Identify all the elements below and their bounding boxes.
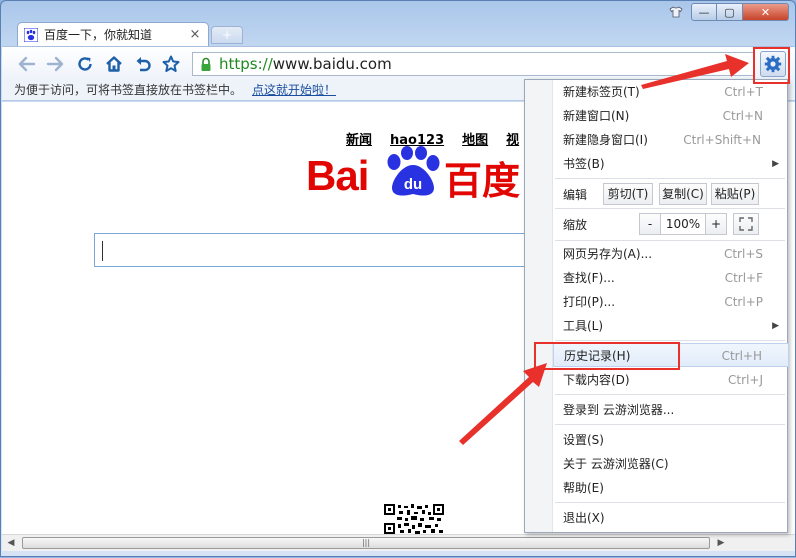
baidu-paw-logo-icon: du	[387, 146, 440, 196]
bookmark-bar-hint: 为便于访问，可将书签直接放在书签栏中。	[14, 83, 243, 97]
menu-separator	[555, 208, 785, 209]
menu-separator	[555, 424, 785, 425]
minimize-button[interactable]: —	[691, 3, 717, 21]
fullscreen-icon	[739, 217, 753, 231]
menu-item-find[interactable]: 查找(F)... Ctrl+F	[553, 266, 789, 290]
new-tab-button[interactable]: +	[211, 26, 243, 44]
baidu-paw-icon	[24, 27, 38, 42]
zoom-in-button[interactable]: +	[705, 213, 727, 235]
menu-item-new-incognito[interactable]: 新建隐身窗口(I) Ctrl+Shift+N	[553, 128, 789, 152]
menu-item-sign-in[interactable]: 登录到 云游浏览器...	[553, 398, 789, 422]
tab-close-icon[interactable]: ×	[188, 27, 202, 42]
bookmark-star-icon[interactable]	[160, 53, 182, 75]
annotation-box-history	[534, 342, 680, 370]
maximize-button[interactable]: ▢	[717, 3, 743, 21]
home-icon[interactable]	[103, 53, 125, 75]
menu-item-bookmarks[interactable]: 书签(B) ▶	[553, 152, 789, 176]
menu-separator	[555, 240, 785, 241]
menu-separator	[555, 340, 785, 341]
back-arrow-icon[interactable]	[16, 53, 38, 75]
navigation-toolbar: https://www.baidu.com	[2, 46, 795, 80]
menu-item-help[interactable]: 帮助(E)	[553, 476, 789, 500]
scrollbar-thumb[interactable]: |||	[22, 537, 710, 549]
search-input[interactable]	[94, 233, 534, 267]
qr-code-image	[384, 504, 444, 534]
skin-shirt-icon[interactable]	[665, 3, 687, 21]
horizontal-scrollbar[interactable]: ◀ ||| ▶	[2, 534, 795, 551]
lock-icon	[201, 57, 211, 71]
forward-arrow-icon[interactable]	[44, 53, 66, 75]
settings-menu: 新建标签页(T) Ctrl+T 新建窗口(N) Ctrl+N 新建隐身窗口(I) Ct…	[524, 79, 789, 533]
logo-paw-text: du	[404, 176, 422, 193]
menu-item-save-page[interactable]: 网页另存为(A)... Ctrl+S	[553, 242, 789, 266]
address-bar[interactable]: https://www.baidu.com	[192, 52, 754, 76]
submenu-arrow-icon: ▶	[772, 159, 779, 169]
address-url: https://www.baidu.com	[219, 55, 392, 73]
bookmark-bar-start-link[interactable]: 点这就开始啦！	[252, 83, 336, 97]
edit-label: 编辑	[563, 188, 588, 202]
scroll-right-icon[interactable]: ▶	[714, 537, 728, 550]
scroll-left-icon[interactable]: ◀	[4, 537, 18, 550]
menu-separator	[555, 178, 785, 179]
menu-separator	[555, 394, 785, 395]
menu-item-exit[interactable]: 退出(X)	[553, 506, 789, 530]
menu-edit-row: 编辑 剪切(T) 复制(C) 粘贴(P)	[553, 181, 789, 207]
menu-separator	[555, 502, 785, 503]
zoom-out-button[interactable]: -	[639, 213, 661, 235]
zoom-level: 100%	[661, 213, 705, 235]
copy-button[interactable]: 复制(C)	[659, 183, 707, 205]
close-window-button[interactable]: ✕	[743, 3, 789, 21]
menu-gutter	[525, 80, 553, 532]
menu-item-new-window[interactable]: 新建窗口(N) Ctrl+N	[553, 104, 789, 128]
fullscreen-button[interactable]	[733, 213, 759, 235]
menu-item-downloads[interactable]: 下载内容(D) Ctrl+J	[553, 368, 789, 392]
browser-window: — ▢ ✕ 百度一下，你就知道 × + https://www.baidu.co…	[0, 0, 796, 557]
baidu-logo: Bai du 百度	[306, 146, 536, 203]
logo-latin-text: Bai	[306, 152, 369, 199]
zoom-label: 缩放	[563, 218, 588, 232]
submenu-arrow-icon: ▶	[772, 321, 779, 331]
menu-item-tools[interactable]: 工具(L) ▶	[553, 314, 789, 338]
annotation-box-gear	[753, 47, 790, 84]
undo-close-tab-icon[interactable]	[132, 53, 154, 75]
logo-cn-text: 百度	[444, 159, 521, 203]
menu-item-print[interactable]: 打印(P)... Ctrl+P	[553, 290, 789, 314]
tab-title: 百度一下，你就知道	[44, 28, 153, 42]
tab-baidu[interactable]: 百度一下，你就知道 ×	[17, 22, 209, 46]
cut-button[interactable]: 剪切(T)	[603, 183, 653, 205]
menu-item-about[interactable]: 关于 云游浏览器(C)	[553, 452, 789, 476]
paste-button[interactable]: 粘贴(P)	[711, 183, 759, 205]
text-caret	[102, 241, 103, 261]
menu-item-settings[interactable]: 设置(S)	[553, 428, 789, 452]
menu-zoom-row: 缩放 - 100% +	[553, 211, 789, 237]
reload-icon[interactable]	[74, 53, 96, 75]
